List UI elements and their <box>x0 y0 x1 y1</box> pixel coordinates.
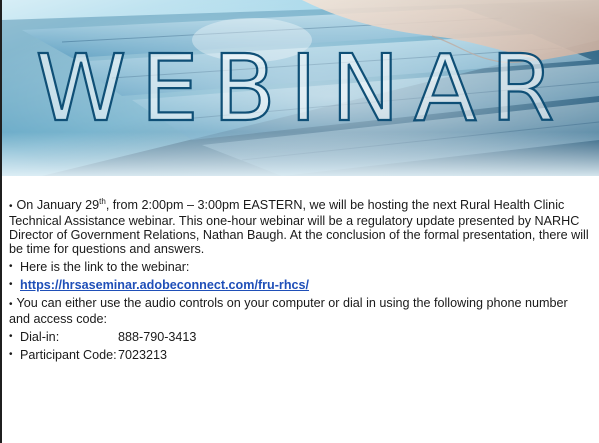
list-item: • On January 29th, from 2:00pm – 3:00pm E… <box>9 196 589 256</box>
list-item: • Participant Code:7023213 <box>9 348 589 362</box>
dialin-label: Dial-in: <box>20 330 60 344</box>
list-item: • You can either use the audio controls o… <box>9 296 589 326</box>
link-intro-text: Here is the link to the webinar: <box>20 260 190 274</box>
bullet-icon: • <box>9 261 13 272</box>
bullet-icon: • <box>9 201 13 212</box>
audio-instructions-text: You can either use the audio controls on… <box>9 296 568 326</box>
webinar-title: WEBINAR <box>35 35 568 142</box>
bullet-icon: • <box>9 299 13 310</box>
list-item: • Dial-in: 888-790-3413 <box>9 330 589 344</box>
slide: WEBINAR • On January 29th, from 2:00pm – … <box>0 0 599 443</box>
bullet-icon: • <box>9 349 13 360</box>
laptop-keyboard-photo-icon: WEBINAR <box>2 0 599 176</box>
bullet-icon: • <box>9 331 13 342</box>
bullet-icon: • <box>9 279 13 290</box>
date-ordinal-suffix: th <box>99 196 106 206</box>
webinar-link[interactable]: https://hrsaseminar.adobeconnect.com/fru… <box>20 278 309 292</box>
participant-code-value: 7023213 <box>118 348 168 362</box>
participant-code-label: Participant Code: <box>20 348 117 362</box>
dialin-number: 888-790-3413 <box>118 330 197 344</box>
slide-body: • On January 29th, from 2:00pm – 3:00pm E… <box>9 196 589 366</box>
list-item: • https://hrsaseminar.adobeconnect.com/f… <box>9 278 589 292</box>
webinar-date-text: On January 29 <box>16 198 100 212</box>
list-item: • Here is the link to the webinar: <box>9 260 589 274</box>
webinar-banner: WEBINAR <box>2 0 599 176</box>
